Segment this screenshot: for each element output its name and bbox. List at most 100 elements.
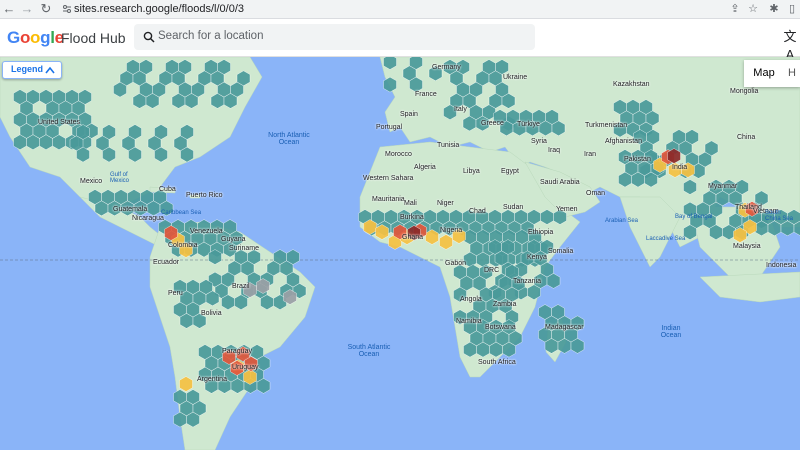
url-text: sites.research.google/floods/l/0/0/3 <box>74 3 244 15</box>
label-paraguay: Paraguay <box>222 348 252 355</box>
label-turkiye: Türkiye <box>517 121 540 128</box>
label-colombia: Colombia <box>168 242 198 249</box>
label-venezuela: Venezuela <box>190 228 223 235</box>
address-bar[interactable]: sites.research.google/floods/l/0/0/3 <box>60 1 725 17</box>
label-north-atlantic-ocean: North Atlantic Ocean <box>268 132 310 146</box>
label-algeria: Algeria <box>414 164 436 171</box>
label-suriname: Suriname <box>229 245 259 252</box>
label-myanmar: Myanmar <box>708 183 738 190</box>
label-cuba: Cuba <box>159 186 176 193</box>
label-laccadive-sea: Laccadive Sea <box>646 236 686 242</box>
label-western-sahara: Western Sahara <box>363 175 414 182</box>
search-placeholder: Search for a location <box>158 30 264 42</box>
app-header: Google Flood Hub Search for a location 文… <box>0 19 800 62</box>
label-ukraine: Ukraine <box>503 74 528 81</box>
reload-icon[interactable]: ↻ <box>39 1 53 17</box>
legend-label: Legend <box>11 64 44 74</box>
label-kenya: Kenya <box>527 254 547 261</box>
label-chad: Chad <box>469 208 486 215</box>
site-info-icon[interactable] <box>62 4 72 14</box>
label-south-atlantic-ocean: South Atlantic Ocean <box>347 344 391 358</box>
browser-toolbar: ← → ↻ sites.research.google/floods/l/0/0… <box>0 0 800 19</box>
label-mongolia: Mongolia <box>730 88 759 95</box>
label-oman: Oman <box>586 190 606 197</box>
label-bay-of-bengal: Bay of Bengal <box>675 214 713 220</box>
label-tunisia: Tunisia <box>437 142 460 149</box>
legend-toggle-button[interactable]: Legend <box>2 61 62 79</box>
label-guatemala: Guatemala <box>113 206 148 213</box>
chevron-up-icon <box>45 66 55 74</box>
label-namibia: Namibia <box>456 318 482 325</box>
label-madagascar: Madagascar <box>545 324 584 331</box>
label-mexico: Mexico <box>80 178 103 185</box>
label-indonesia: Indonesia <box>766 262 797 269</box>
label-china: China <box>737 134 756 141</box>
extensions-icon[interactable]: ✱ <box>766 1 782 17</box>
label-south-china-sea: South China Sea <box>765 210 794 222</box>
label-caribbean-sea: Caribbean Sea <box>161 210 202 216</box>
label-india: India <box>672 164 688 171</box>
label-france: France <box>415 91 437 98</box>
back-arrow-icon[interactable]: ← <box>2 1 16 17</box>
map-type-hybrid-tab[interactable]: H <box>788 60 800 87</box>
label-tanzania: Tanzania <box>513 278 542 285</box>
label-burkina: Burkina <box>400 214 424 221</box>
label-niger: Niger <box>437 200 454 207</box>
label-syria: Syria <box>531 138 547 145</box>
label-spain: Spain <box>400 111 418 118</box>
label-ethiopia: Ethiopia <box>528 229 554 236</box>
map-type-control: Map H <box>744 60 800 87</box>
label-puerto-rico: Puerto Rico <box>186 192 223 199</box>
label-libya: Libya <box>463 168 480 175</box>
label-italy: Italy <box>454 106 467 113</box>
label-united-states: United States <box>38 119 81 126</box>
label-malaysia: Malaysia <box>733 243 761 250</box>
translate-icon[interactable]: 文A <box>781 28 799 62</box>
label-drc: DRC <box>484 267 500 274</box>
label-greece: Greece <box>481 120 504 127</box>
label-saudi-arabia: Saudi Arabia <box>540 179 580 186</box>
label-egypt: Egypt <box>501 168 519 175</box>
label-brazil: Brazil <box>232 283 250 290</box>
label-morocco: Morocco <box>385 151 412 158</box>
flood-map[interactable]: Germany Ukraine Kazakhstan Mongolia Fran… <box>0 57 800 450</box>
label-gabon: Gabon <box>445 260 467 267</box>
label-nigeria: Nigeria <box>440 227 463 234</box>
label-kazakhstan: Kazakhstan <box>613 81 650 88</box>
label-mauritania: Mauritania <box>372 196 405 203</box>
label-gulf-of-mexico: Gulf of Mexico <box>110 172 130 184</box>
label-somalia: Somalia <box>548 248 574 255</box>
label-botswana: Botswana <box>485 324 516 331</box>
label-germany: Germany <box>432 64 461 71</box>
label-nicaragua: Nicaragua <box>132 215 164 222</box>
label-iran: Iran <box>584 151 597 158</box>
forward-arrow-icon[interactable]: → <box>20 1 34 17</box>
label-ecuador: Ecuador <box>153 259 180 266</box>
label-peru: Peru <box>168 290 183 297</box>
map-type-map-tab[interactable]: Map <box>744 60 784 87</box>
bookmark-star-icon[interactable]: ☆ <box>745 1 761 17</box>
label-argentina: Argentina <box>197 376 227 383</box>
label-guyana: Guyana <box>221 236 246 243</box>
google-logo[interactable]: Google <box>7 28 64 48</box>
share-icon[interactable]: ⇪ <box>727 1 743 17</box>
label-pakistan: Pakistan <box>624 156 651 163</box>
label-arabian-sea: Arabian Sea <box>605 218 639 224</box>
label-ghana: Ghana <box>402 234 424 241</box>
label-angola: Angola <box>460 296 482 303</box>
label-afghanistan: Afghanistan <box>605 138 642 145</box>
search-icon <box>143 31 155 43</box>
label-yemen: Yemen <box>556 206 578 213</box>
label-mali: Mali <box>404 200 417 207</box>
app-title[interactable]: Flood Hub <box>61 30 126 46</box>
label-indian-ocean: Indian Ocean <box>660 325 682 339</box>
label-portugal: Portugal <box>376 124 403 131</box>
side-panel-icon[interactable]: ▯ <box>784 1 800 17</box>
location-search-input[interactable]: Search for a location <box>134 24 535 50</box>
label-iraq: Iraq <box>548 147 561 154</box>
label-south-africa: South Africa <box>478 359 516 366</box>
label-sudan: Sudan <box>503 204 524 211</box>
label-zambia: Zambia <box>493 301 517 308</box>
label-bolivia: Bolivia <box>201 310 222 317</box>
label-turkmenistan: Turkmenistan <box>585 122 628 129</box>
